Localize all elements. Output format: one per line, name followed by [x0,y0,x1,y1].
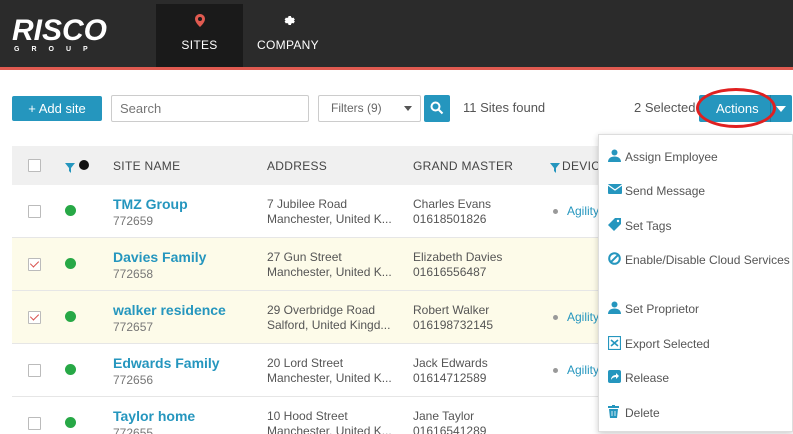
menu-item-label: Release [625,371,670,385]
logo-text: RISCO [12,14,108,47]
search-button[interactable] [424,95,450,122]
site-name-link[interactable]: Taylor home [113,408,195,424]
device-link[interactable]: Agility [567,363,599,377]
site-name-link[interactable]: walker residence [113,302,226,318]
address-line-1: 7 Jubilee Road [267,197,348,211]
filter-icon[interactable] [550,160,560,178]
column-site-name[interactable]: SITE NAME [113,159,180,173]
grand-master-name: Elizabeth Davies [413,250,503,264]
filters-dropdown[interactable]: Filters (9) [318,95,421,122]
grand-master-name: Jack Edwards [413,356,488,370]
row-checkbox[interactable] [28,258,41,271]
gear-icon [243,14,333,32]
search-icon [430,101,444,115]
device-bullet [553,315,558,320]
excel-icon [607,335,622,351]
address-line-2: Manchester, United K... [267,424,392,434]
user-icon [608,149,622,163]
device-bullet [553,368,558,373]
site-id: 772658 [113,267,154,281]
row-checkbox[interactable] [28,364,41,377]
site-id: 772657 [113,320,154,334]
nav-sites-label: SITES [181,38,218,52]
menu-item-label: Set Tags [625,219,672,233]
address-line-1: 27 Gun Street [267,250,342,264]
status-dot-icon [79,160,89,170]
grand-master-phone: 01616556487 [413,265,487,279]
grand-master-phone: 016198732145 [413,318,494,332]
site-id: 772655 [113,426,154,434]
address-line-2: Manchester, United K... [267,265,392,279]
device-bullet [553,209,558,214]
user-icon [608,301,622,315]
grand-master-name: Charles Evans [413,197,492,211]
search-input[interactable] [111,95,309,122]
online-status-dot [65,364,76,375]
actions-menu: Assign Employee Send Message Set Tags En… [598,134,793,432]
add-site-button[interactable]: + Add site [12,96,102,121]
nav-company[interactable]: COMPANY [243,4,333,67]
selected-count: 2 Selected [634,100,696,115]
address-line-1: 10 Hood Street [267,409,348,423]
site-id: 772656 [113,373,154,387]
site-name-link[interactable]: Edwards Family [113,355,220,371]
address-line-2: Manchester, United K... [267,371,392,385]
address-line-1: 29 Overbridge Road [267,303,376,317]
sites-found-count: 11 Sites found [463,100,546,115]
menu-item-label: Delete [625,406,660,420]
grand-master-name: Jane Taylor [413,409,475,423]
address-line-1: 20 Lord Street [267,356,344,370]
nav-company-label: COMPANY [257,38,319,52]
device-link[interactable]: Agility [567,204,599,218]
row-checkbox[interactable] [28,205,41,218]
risco-logo[interactable]: RISCO GROUP [12,14,122,60]
menu-item-label: Send Message [625,184,706,198]
menu-item-label: Enable/Disable Cloud Services [625,253,790,267]
filters-label: Filters (9) [331,101,382,115]
logo-subtext: GROUP [14,46,100,53]
grand-master-phone: 01618501826 [413,212,487,226]
grand-master-phone: 01614712589 [413,371,487,385]
device-link[interactable]: Agility [567,310,599,324]
select-all-checkbox[interactable] [28,159,41,172]
address-line-2: Salford, United Kingd... [267,318,391,332]
caret-down-icon [404,106,412,111]
column-address[interactable]: ADDRESS [267,159,327,173]
online-status-dot [65,417,76,428]
menu-item-label: Assign Employee [625,150,718,164]
site-name-link[interactable]: Davies Family [113,249,206,265]
map-pin-icon [156,14,243,32]
highlight-circle [696,88,776,128]
column-grand-master[interactable]: GRAND MASTER [413,159,513,173]
online-status-dot [65,311,76,322]
grand-master-phone: 01616541289 [413,424,487,434]
nav-sites[interactable]: SITES [156,4,243,67]
share-icon [608,370,622,384]
caret-down-icon[interactable] [776,106,786,112]
address-line-2: Manchester, United K... [267,212,392,226]
grand-master-name: Robert Walker [413,303,490,317]
menu-item-label: Set Proprietor [625,302,700,316]
row-checkbox[interactable] [28,417,41,430]
row-checkbox[interactable] [28,311,41,324]
tag-icon [608,218,622,232]
envelope-icon [607,183,623,197]
top-bar: RISCO GROUP SITES COMPANY [0,0,793,68]
online-status-dot [65,205,76,216]
filter-icon[interactable] [65,160,75,178]
site-name-link[interactable]: TMZ Group [113,196,188,212]
ban-icon [608,252,622,266]
online-status-dot [65,258,76,269]
trash-icon [608,405,622,419]
menu-item-label: Export Selected [625,337,710,351]
site-id: 772659 [113,214,154,228]
header-accent-line [0,67,793,70]
